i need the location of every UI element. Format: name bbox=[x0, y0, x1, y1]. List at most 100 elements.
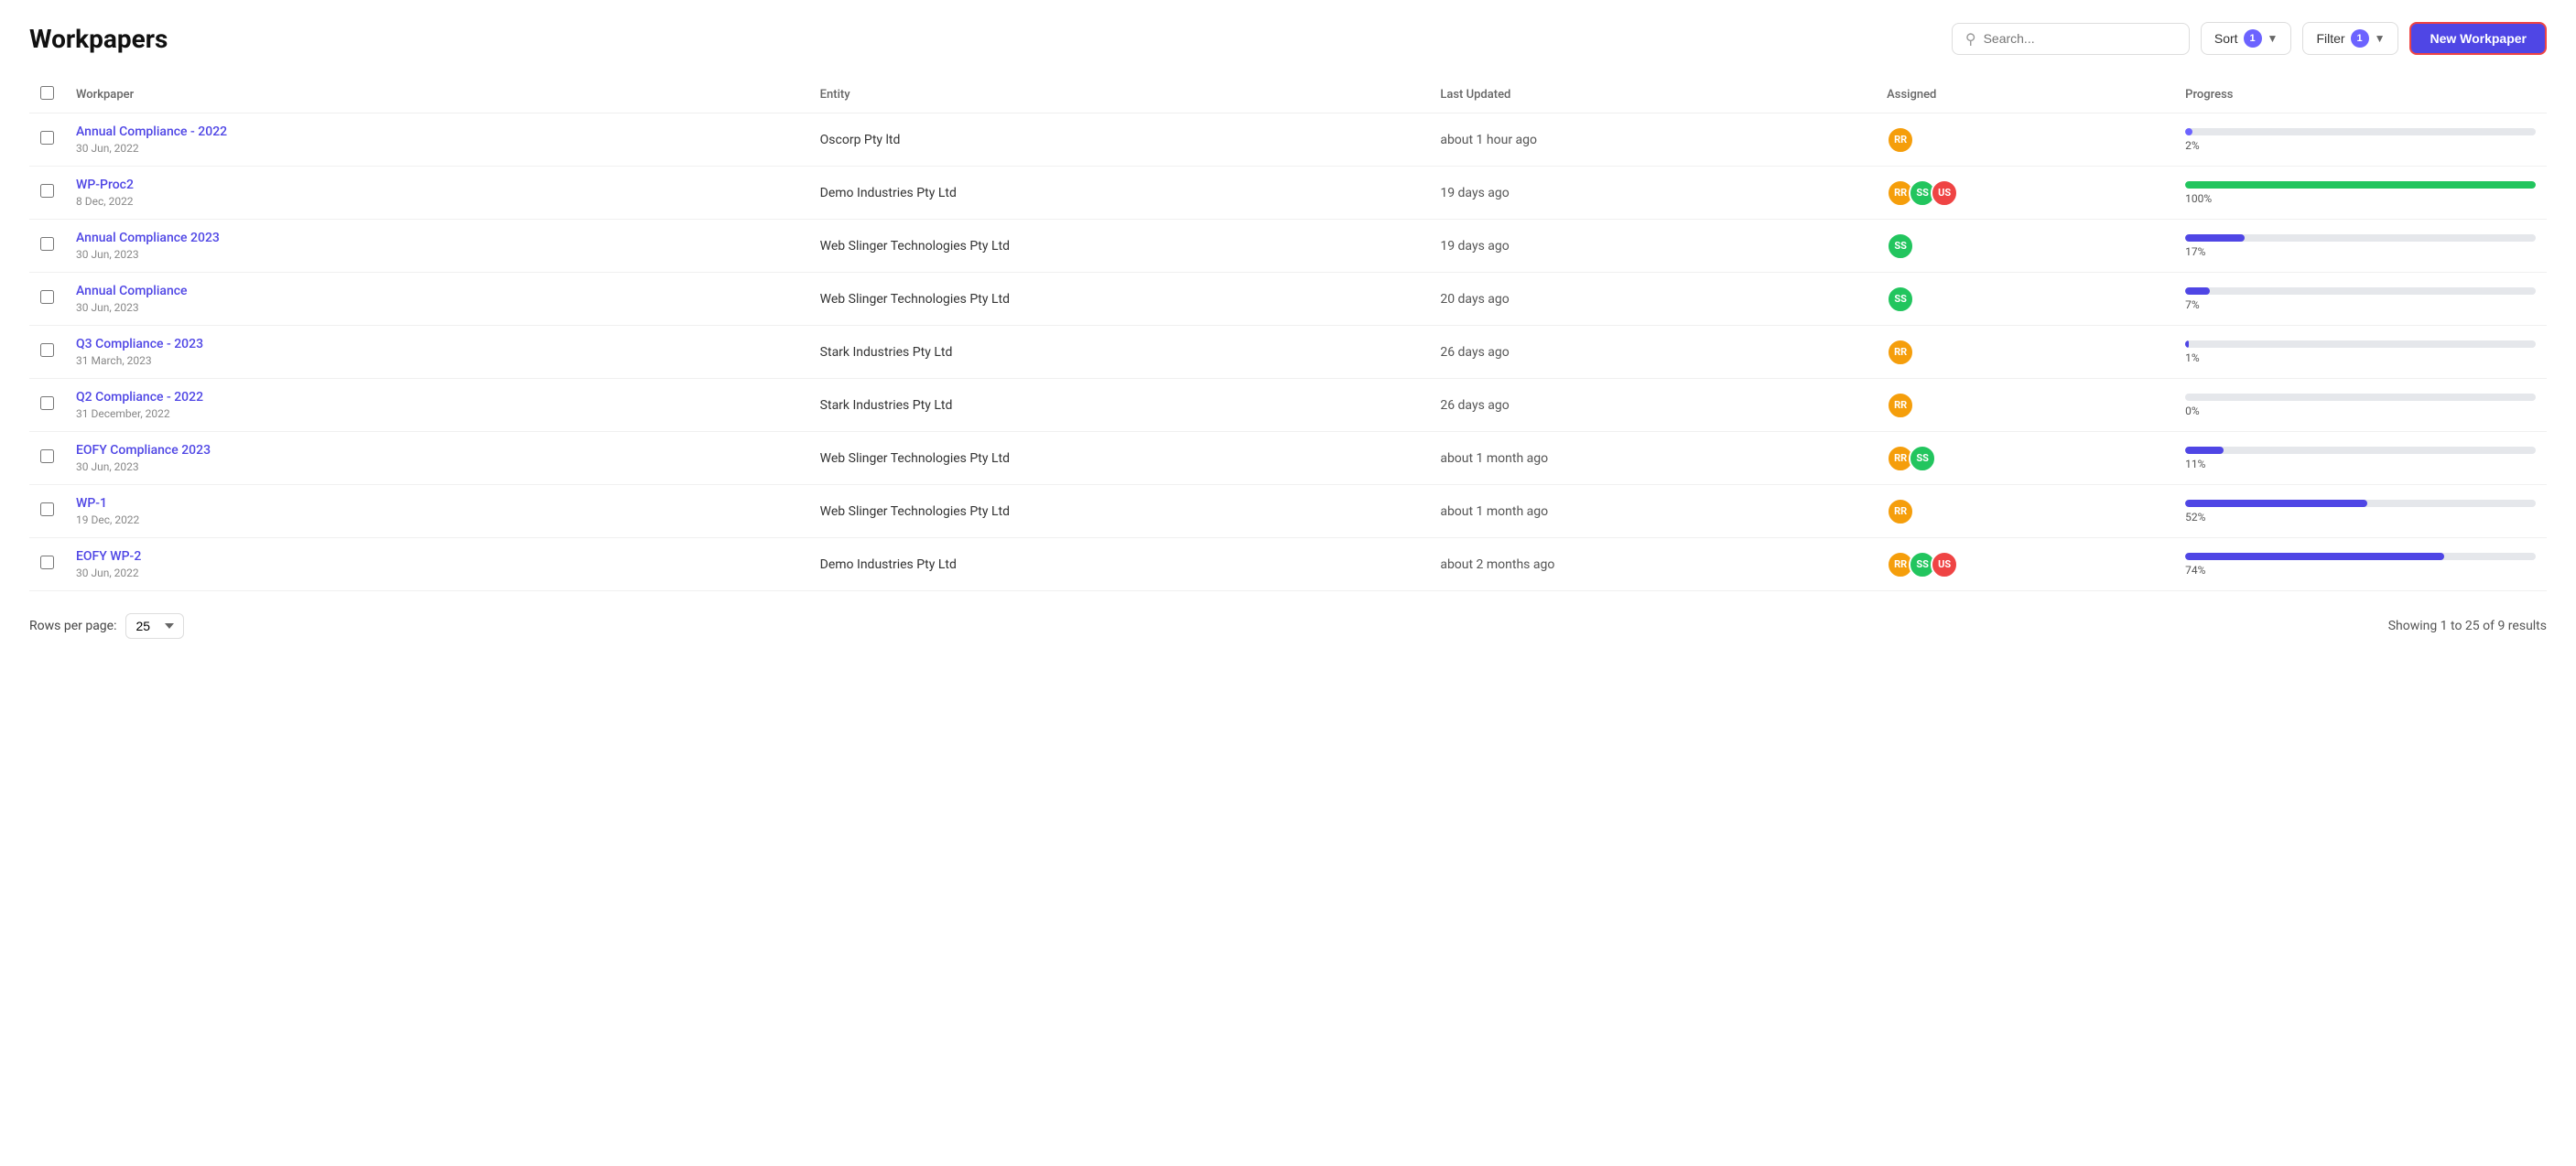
showing-results-text: Showing 1 to 25 of 9 results bbox=[2388, 619, 2547, 633]
progress-bar-fill bbox=[2185, 500, 2367, 507]
avatar: US bbox=[1931, 551, 1958, 578]
progress-bar-track bbox=[2185, 447, 2536, 454]
row-checkbox[interactable] bbox=[40, 396, 54, 410]
progress-container: 52% bbox=[2185, 500, 2536, 524]
header-controls: ⚲ Sort 1 ▼ Filter 1 ▼ New Workpaper bbox=[1952, 22, 2547, 55]
table-row: Annual Compliance 2023 30 Jun, 2023 Web … bbox=[29, 220, 2547, 273]
row-checkbox[interactable] bbox=[40, 556, 54, 569]
table-row: WP-1 19 Dec, 2022 Web Slinger Technologi… bbox=[29, 485, 2547, 538]
table-row: WP-Proc2 8 Dec, 2022 Demo Industries Pty… bbox=[29, 167, 2547, 220]
progress-bar-fill bbox=[2185, 234, 2245, 242]
workpaper-date: 8 Dec, 2022 bbox=[76, 195, 798, 208]
workpapers-table: Workpaper Entity Last Updated Assigned P… bbox=[29, 77, 2547, 591]
progress-bar-track bbox=[2185, 394, 2536, 401]
rows-per-page-label: Rows per page: bbox=[29, 619, 116, 633]
sort-button[interactable]: Sort 1 ▼ bbox=[2201, 22, 2292, 55]
workpaper-name[interactable]: Annual Compliance 2023 bbox=[76, 231, 798, 245]
rows-per-page-select[interactable]: 25 50 100 bbox=[125, 613, 184, 639]
progress-bar-fill bbox=[2185, 128, 2192, 135]
entity-name: Web Slinger Technologies Pty Ltd bbox=[820, 239, 1010, 254]
filter-label: Filter bbox=[2316, 31, 2344, 46]
progress-label: 52% bbox=[2185, 511, 2536, 524]
progress-bar-track bbox=[2185, 340, 2536, 348]
assignees: SS bbox=[1887, 286, 2163, 313]
last-updated: 20 days ago bbox=[1440, 292, 1509, 307]
col-header-assigned: Assigned bbox=[1876, 77, 2174, 113]
table-row: Q2 Compliance - 2022 31 December, 2022 S… bbox=[29, 379, 2547, 432]
last-updated: about 1 month ago bbox=[1440, 451, 1548, 466]
new-workpaper-button[interactable]: New Workpaper bbox=[2409, 22, 2547, 55]
workpaper-date: 30 Jun, 2022 bbox=[76, 142, 798, 155]
assignees: RR bbox=[1887, 339, 2163, 366]
assignees: RRSS bbox=[1887, 445, 2163, 472]
progress-label: 1% bbox=[2185, 351, 2536, 364]
workpaper-date: 19 Dec, 2022 bbox=[76, 513, 798, 526]
table-row: Annual Compliance 30 Jun, 2023 Web Sling… bbox=[29, 273, 2547, 326]
progress-label: 7% bbox=[2185, 298, 2536, 311]
workpaper-name[interactable]: EOFY Compliance 2023 bbox=[76, 443, 798, 458]
workpaper-date: 30 Jun, 2023 bbox=[76, 301, 798, 314]
col-header-progress: Progress bbox=[2174, 77, 2547, 113]
select-all-checkbox[interactable] bbox=[40, 86, 54, 100]
entity-name: Stark Industries Pty Ltd bbox=[820, 345, 953, 360]
workpaper-name[interactable]: Q3 Compliance - 2023 bbox=[76, 337, 798, 351]
progress-bar-track bbox=[2185, 500, 2536, 507]
workpaper-name[interactable]: WP-Proc2 bbox=[76, 178, 798, 192]
assignees: RR bbox=[1887, 498, 2163, 525]
workpaper-name[interactable]: Annual Compliance - 2022 bbox=[76, 124, 798, 139]
row-checkbox[interactable] bbox=[40, 237, 54, 251]
assignees: RRSSUS bbox=[1887, 551, 2163, 578]
col-header-workpaper: Workpaper bbox=[65, 77, 809, 113]
sort-badge: 1 bbox=[2244, 29, 2262, 48]
col-header-last-updated: Last Updated bbox=[1429, 77, 1876, 113]
avatar: SS bbox=[1887, 286, 1914, 313]
last-updated: 19 days ago bbox=[1440, 239, 1509, 254]
last-updated: 26 days ago bbox=[1440, 345, 1509, 360]
assignees: RRSSUS bbox=[1887, 179, 2163, 207]
progress-container: 17% bbox=[2185, 234, 2536, 258]
progress-label: 11% bbox=[2185, 458, 2536, 470]
row-checkbox[interactable] bbox=[40, 449, 54, 463]
avatar: SS bbox=[1887, 232, 1914, 260]
search-box[interactable]: ⚲ bbox=[1952, 23, 2190, 55]
search-input[interactable] bbox=[1984, 31, 2176, 46]
table-header-row: Workpaper Entity Last Updated Assigned P… bbox=[29, 77, 2547, 113]
progress-container: 100% bbox=[2185, 181, 2536, 205]
progress-bar-track bbox=[2185, 553, 2536, 560]
workpaper-name[interactable]: Annual Compliance bbox=[76, 284, 798, 298]
table-row: EOFY Compliance 2023 30 Jun, 2023 Web Sl… bbox=[29, 432, 2547, 485]
progress-bar-track bbox=[2185, 234, 2536, 242]
last-updated: about 1 hour ago bbox=[1440, 133, 1537, 147]
select-all-header[interactable] bbox=[29, 77, 65, 113]
workpaper-date: 30 Jun, 2023 bbox=[76, 248, 798, 261]
entity-name: Web Slinger Technologies Pty Ltd bbox=[820, 504, 1010, 519]
table-footer: Rows per page: 25 50 100 Showing 1 to 25… bbox=[29, 613, 2547, 639]
workpaper-name[interactable]: EOFY WP-2 bbox=[76, 549, 798, 564]
assignees: RR bbox=[1887, 392, 2163, 419]
row-checkbox[interactable] bbox=[40, 290, 54, 304]
row-checkbox[interactable] bbox=[40, 184, 54, 198]
col-header-entity: Entity bbox=[809, 77, 1430, 113]
entity-name: Oscorp Pty ltd bbox=[820, 133, 901, 147]
avatar: RR bbox=[1887, 126, 1914, 154]
workpaper-name[interactable]: Q2 Compliance - 2022 bbox=[76, 390, 798, 405]
workpaper-date: 31 December, 2022 bbox=[76, 407, 798, 420]
progress-bar-track bbox=[2185, 181, 2536, 189]
row-checkbox[interactable] bbox=[40, 343, 54, 357]
progress-label: 0% bbox=[2185, 405, 2536, 417]
workpaper-name[interactable]: WP-1 bbox=[76, 496, 798, 511]
assignees: RR bbox=[1887, 126, 2163, 154]
row-checkbox[interactable] bbox=[40, 502, 54, 516]
workpaper-date: 30 Jun, 2022 bbox=[76, 567, 798, 579]
last-updated: about 1 month ago bbox=[1440, 504, 1548, 519]
filter-button[interactable]: Filter 1 ▼ bbox=[2302, 22, 2398, 55]
row-checkbox[interactable] bbox=[40, 131, 54, 145]
sort-label: Sort bbox=[2214, 31, 2238, 46]
progress-container: 1% bbox=[2185, 340, 2536, 364]
progress-container: 74% bbox=[2185, 553, 2536, 577]
chevron-down-icon: ▼ bbox=[2268, 32, 2278, 45]
progress-label: 2% bbox=[2185, 139, 2536, 152]
avatar: RR bbox=[1887, 498, 1914, 525]
workpaper-date: 31 March, 2023 bbox=[76, 354, 798, 367]
last-updated: 19 days ago bbox=[1440, 186, 1509, 200]
